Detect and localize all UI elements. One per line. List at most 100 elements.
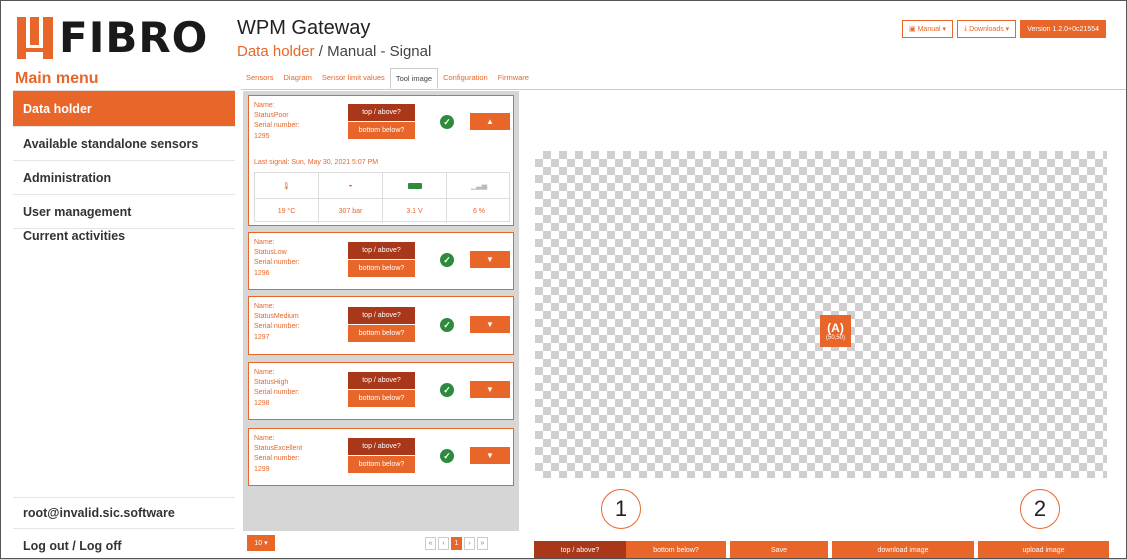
header-buttons: ▣ Manual ▾ ⤓ Downloads ▾ Version 1.2.0+0…	[902, 20, 1106, 38]
version-button[interactable]: Version 1.2.0+0c21554	[1020, 20, 1106, 38]
caret-down-icon: ▼	[486, 385, 494, 394]
top-above-button[interactable]: top / above?	[348, 104, 415, 121]
tab-tool-image[interactable]: Tool image	[389, 68, 439, 89]
logo-mark-icon	[17, 17, 53, 59]
sidebar-item-available-standalone-sensors[interactable]: Available standalone sensors	[13, 127, 235, 161]
upload-image-button[interactable]: upload image	[978, 541, 1109, 558]
save-button[interactable]: Save	[730, 541, 828, 558]
tab-configuration[interactable]: Configuration	[438, 68, 493, 89]
app-title: WPM Gateway	[237, 17, 371, 39]
check-icon: ✓	[440, 318, 454, 332]
sensor-name: StatusExcellent	[254, 445, 303, 452]
book-icon: ▣	[909, 26, 918, 33]
breadcrumb-current: Manual - Signal	[327, 43, 432, 60]
sensor-name: StatusHigh	[254, 379, 289, 386]
top-above-button[interactable]: top / above?	[348, 438, 415, 455]
bottom-below-button[interactable]: bottom below?	[348, 390, 415, 407]
sensor-name: StatusLow	[254, 249, 287, 256]
signal-value: 6 %	[447, 198, 511, 223]
prev-page-button[interactable]: ‹	[438, 537, 449, 550]
serial-number: 1296	[254, 270, 270, 277]
serial-number: 1299	[254, 466, 270, 473]
first-page-button[interactable]: «	[425, 537, 436, 550]
battery-icon	[383, 173, 447, 198]
sensor-card: Name: StatusPoor Serial number: 1295 top…	[248, 95, 514, 226]
sidebar-item-administration[interactable]: Administration	[13, 161, 235, 195]
top-above-button[interactable]: top / above?	[348, 307, 415, 324]
breadcrumb-data-holder[interactable]: Data holder	[237, 43, 315, 60]
top-above-button[interactable]: top / above?	[348, 372, 415, 389]
check-icon: ✓	[440, 253, 454, 267]
callout-1: 1	[601, 489, 641, 529]
serial-number: 1295	[254, 133, 270, 140]
page-size-value: 10	[254, 539, 263, 547]
expand-button[interactable]: ▼	[470, 381, 510, 398]
sidebar-user[interactable]: root@invalid.sic.software	[13, 497, 235, 529]
tab-sensors[interactable]: Sensors	[241, 68, 279, 89]
serial-label: Serial number:	[254, 455, 300, 462]
expand-button[interactable]: ▼	[470, 447, 510, 464]
name-label: Name:	[254, 303, 275, 310]
logout-link[interactable]: Log out / Log off	[13, 533, 235, 558]
last-signal: Last signal: Sun, May 30, 2021 5:07 PM	[254, 159, 379, 166]
expand-button[interactable]: ▼	[470, 251, 510, 268]
fibro-logo: FIBRO	[17, 15, 227, 61]
pressure-value: 307 bar	[319, 198, 383, 223]
top-above-button[interactable]: top / above?	[348, 242, 415, 259]
name-label: Name:	[254, 435, 275, 442]
bottom-below-action-button[interactable]: bottom below?	[626, 541, 726, 558]
expand-button[interactable]: ▼	[470, 316, 510, 333]
sensor-position-marker[interactable]: (A) (50,50)	[820, 315, 851, 347]
caret-down-icon: ▼	[486, 255, 494, 264]
app-window: FIBRO WPM Gateway Data holder / Manual -…	[0, 0, 1127, 559]
caret-down-icon: ▼	[486, 451, 494, 460]
serial-label: Serial number:	[254, 259, 300, 266]
serial-number: 1298	[254, 400, 270, 407]
manual-label: Manual	[917, 25, 941, 33]
sensor-card: Name: StatusExcellent Serial number: 129…	[248, 428, 514, 486]
serial-label: Serial number:	[254, 122, 300, 129]
last-page-button[interactable]: »	[477, 537, 488, 550]
serial-label: Serial number:	[254, 323, 300, 330]
caret-down-icon: ▾	[940, 26, 947, 33]
name-label: Name:	[254, 102, 275, 109]
temperature-value: 19 °C	[255, 198, 319, 223]
top-above-action-button[interactable]: top / above?	[534, 541, 626, 558]
downloads-button[interactable]: ⤓ Downloads ▾	[957, 20, 1017, 38]
thermometer-icon: 🌡	[255, 173, 319, 198]
marker-coordinates: (50,50)	[825, 335, 845, 341]
voltage-value: 3.1 V	[383, 198, 447, 223]
tab-bar: Sensors Diagram Sensor limit values Tool…	[241, 68, 1126, 90]
breadcrumb: Data holder / Manual - Signal	[237, 43, 431, 60]
pagination: « ‹ 1 › »	[425, 537, 488, 550]
callout-2: 2	[1020, 489, 1060, 529]
gauge-icon: ◒	[319, 173, 383, 198]
bottom-below-button[interactable]: bottom below?	[348, 456, 415, 473]
tab-sensor-limit-values[interactable]: Sensor limit values	[317, 68, 390, 89]
sensor-card: Name: StatusHigh Serial number: 1298 top…	[248, 362, 514, 420]
bottom-below-button[interactable]: bottom below?	[348, 325, 415, 342]
caret-down-icon: ▾	[1003, 26, 1010, 33]
page-size-select[interactable]: 10 ▾	[247, 535, 275, 551]
sensor-name: StatusMedium	[254, 313, 299, 320]
next-page-button[interactable]: ›	[464, 537, 475, 550]
sensor-card: Name: StatusMedium Serial number: 1297 t…	[248, 296, 514, 355]
tab-firmware[interactable]: Firmware	[493, 68, 534, 89]
sidebar-item-user-management[interactable]: User management	[13, 195, 235, 229]
collapse-button[interactable]: ▲	[470, 113, 510, 130]
tab-diagram[interactable]: Diagram	[279, 68, 317, 89]
sensor-card: Name: StatusLow Serial number: 1296 top …	[248, 232, 514, 290]
download-image-button[interactable]: download image	[832, 541, 974, 558]
downloads-label: Downloads	[969, 25, 1004, 33]
check-icon: ✓	[440, 449, 454, 463]
bottom-below-button[interactable]: bottom below?	[348, 122, 415, 139]
sidebar-item-current-activities[interactable]: Current activities	[13, 229, 235, 255]
page-button[interactable]: 1	[451, 537, 462, 550]
serial-number: 1297	[254, 334, 270, 341]
serial-label: Serial number:	[254, 389, 300, 396]
sidebar-title: Main menu	[13, 67, 235, 91]
bottom-below-button[interactable]: bottom below?	[348, 260, 415, 277]
caret-up-icon: ▲	[486, 117, 494, 126]
sidebar-item-data-holder[interactable]: Data holder	[13, 91, 235, 127]
manual-button[interactable]: ▣ Manual ▾	[902, 20, 954, 38]
